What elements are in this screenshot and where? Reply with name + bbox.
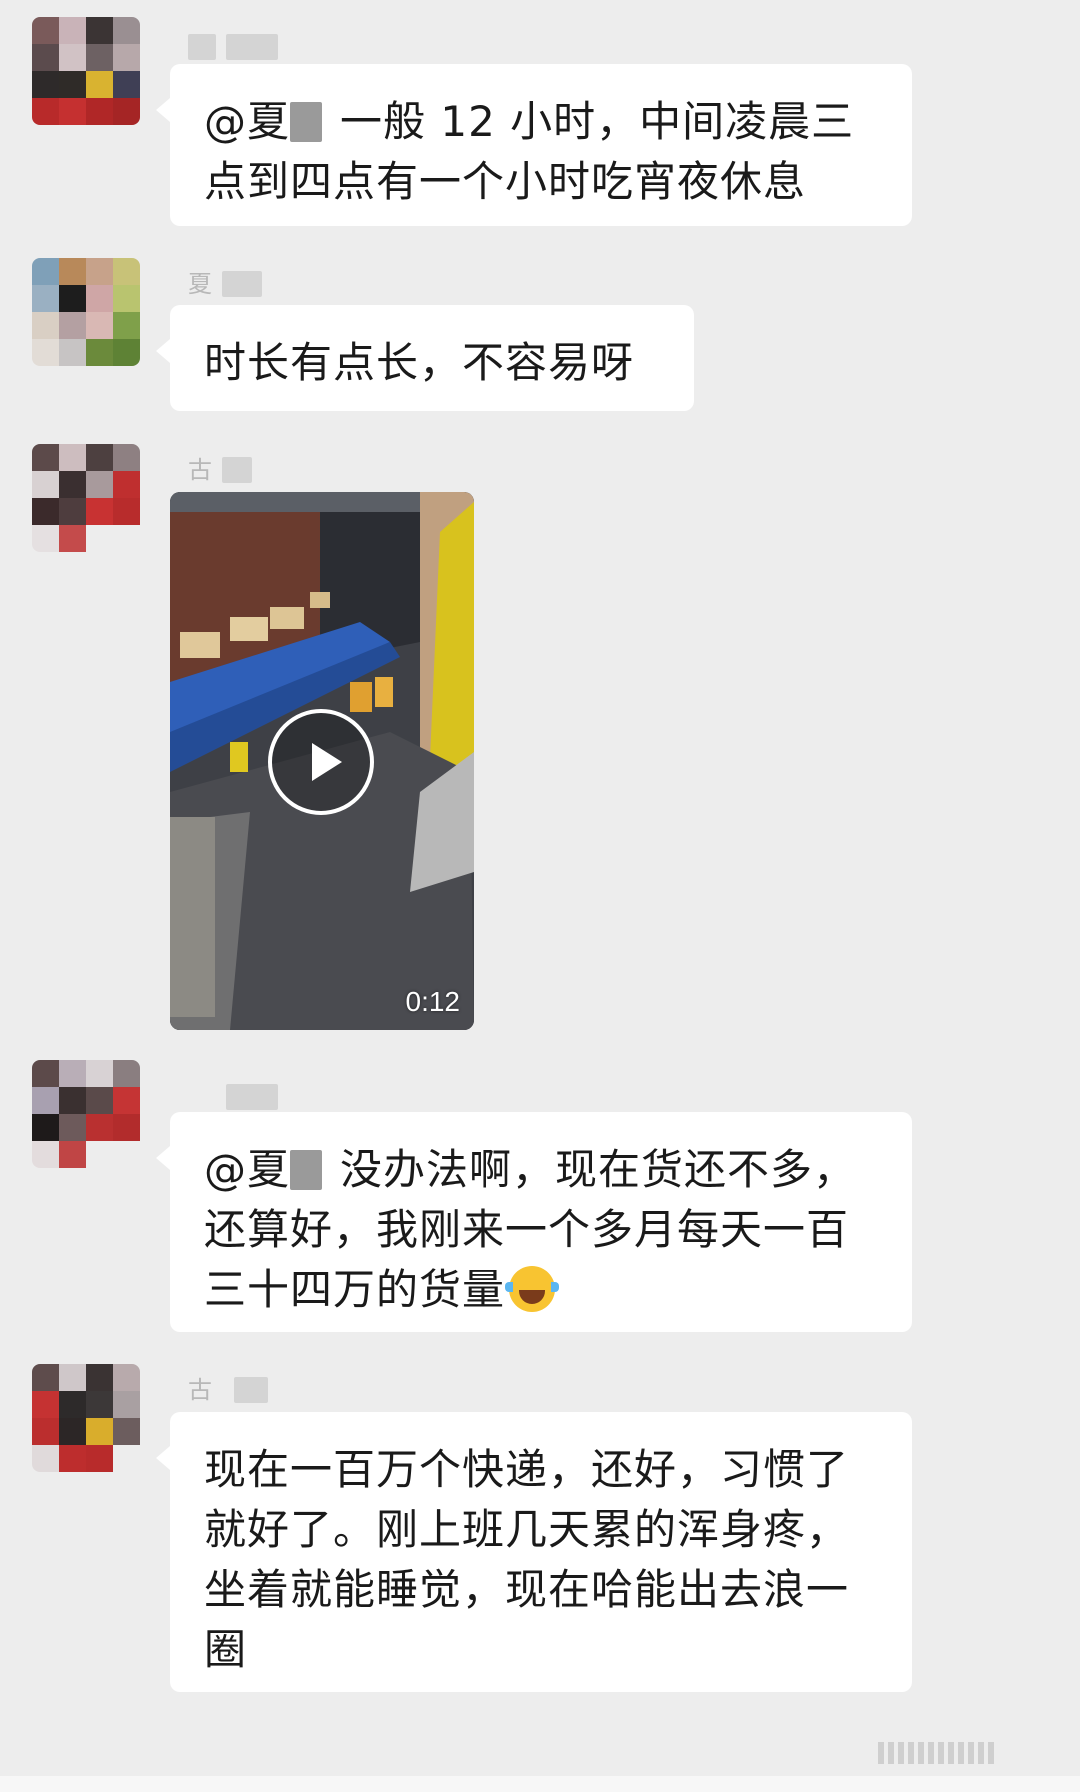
tears-of-joy-emoji-icon bbox=[505, 1266, 560, 1312]
message-text: 还算好，我刚来一个多月每天一百 bbox=[204, 1205, 850, 1254]
message-text: 就好了。刚上班几天累的浑身疼， bbox=[204, 1505, 850, 1554]
message-bubble[interactable]: @夏 没办法啊，现在货还不多， 还算好，我刚来一个多月每天一百 三十四万的货量 bbox=[156, 1112, 912, 1332]
message-text: 时长有点长，不容易呀 bbox=[204, 338, 635, 387]
sender-name bbox=[188, 33, 288, 61]
message-bubble[interactable]: @夏 一般 12 小时，中间凌晨三 点到四点有一个小时吃宵夜休息 bbox=[156, 64, 912, 226]
sender-name: 古 bbox=[188, 456, 252, 484]
message-text: 没办法啊，现在货还不多， bbox=[340, 1145, 857, 1194]
video-message[interactable]: 0:12 bbox=[170, 492, 474, 1030]
avatar[interactable] bbox=[32, 1060, 140, 1168]
message-text: 坐着就能睡觉，现在哈能出去浪一 bbox=[204, 1565, 850, 1614]
sender-name: 古 bbox=[188, 1376, 268, 1404]
avatar[interactable] bbox=[32, 17, 140, 125]
avatar[interactable] bbox=[32, 258, 140, 366]
sender-name-fragment: 古 bbox=[188, 1376, 212, 1404]
play-icon[interactable] bbox=[268, 709, 374, 815]
message-text: 三十四万的货量 bbox=[204, 1265, 506, 1314]
bottom-bar bbox=[0, 1776, 1080, 1792]
video-duration: 0:12 bbox=[405, 986, 461, 1017]
redacted-name bbox=[290, 102, 323, 142]
sender-name-fragment: 夏 bbox=[188, 270, 212, 298]
avatar[interactable] bbox=[32, 1364, 140, 1472]
message-bubble[interactable]: 现在一百万个快递，还好，习惯了 就好了。刚上班几天累的浑身疼， 坐着就能睡觉，现… bbox=[156, 1412, 912, 1692]
sender-name-fragment: 古 bbox=[188, 456, 212, 484]
message-text: 点到四点有一个小时吃宵夜休息 bbox=[204, 157, 807, 206]
mention[interactable]: @夏 bbox=[204, 97, 290, 146]
watermark bbox=[878, 1742, 1048, 1764]
redacted-name bbox=[290, 1150, 323, 1190]
mention[interactable]: @夏 bbox=[204, 1145, 290, 1194]
message-text: 现在一百万个快递，还好，习惯了 bbox=[204, 1445, 850, 1494]
sender-name bbox=[188, 1083, 278, 1111]
sender-name: 夏 bbox=[188, 270, 262, 298]
message-text: 一般 12 小时，中间凌晨三 bbox=[340, 97, 855, 146]
chat-conversation: @夏 一般 12 小时，中间凌晨三 点到四点有一个小时吃宵夜休息 夏 时长有点长，… bbox=[0, 0, 1080, 1792]
avatar[interactable] bbox=[32, 444, 140, 552]
message-bubble[interactable]: 时长有点长，不容易呀 bbox=[156, 305, 694, 411]
message-text: 圈 bbox=[204, 1625, 248, 1674]
